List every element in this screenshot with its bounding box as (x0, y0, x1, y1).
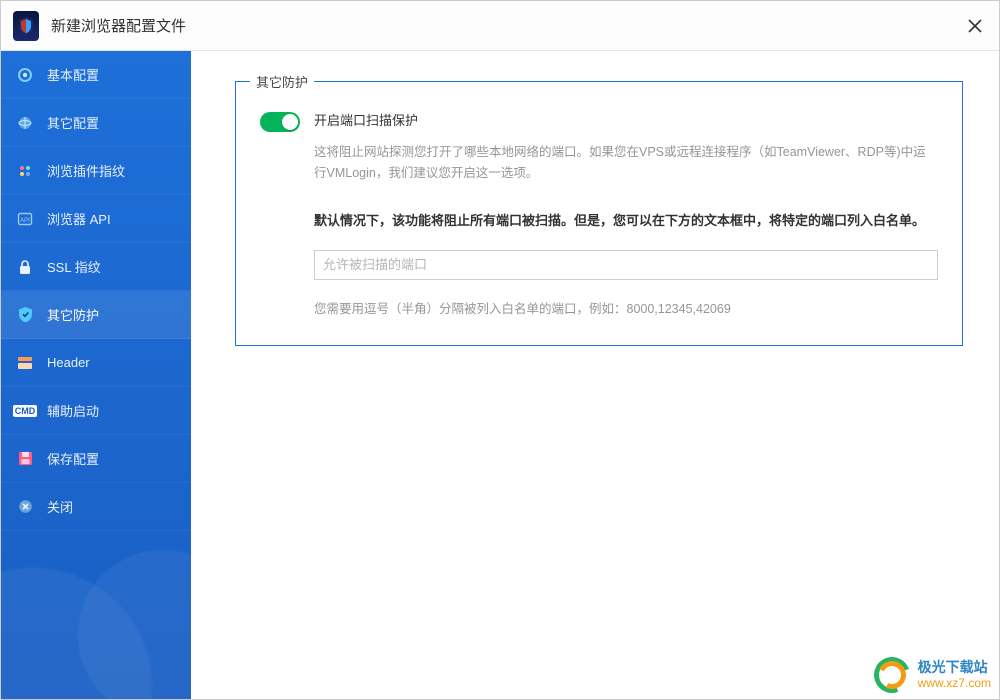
header-icon (15, 353, 35, 373)
watermark-title: 极光下载站 (918, 659, 991, 676)
sidebar-item-plugin-fingerprint[interactable]: 浏览插件指纹 (1, 147, 191, 195)
sidebar-item-browser-api[interactable]: API 浏览器 API (1, 195, 191, 243)
sidebar-item-label: 浏览插件指纹 (47, 161, 125, 180)
sidebar-item-header[interactable]: Header (1, 339, 191, 387)
port-whitelist-input-wrap (314, 250, 938, 280)
sidebar-item-other-protection[interactable]: 其它防护 (1, 291, 191, 339)
body-area: 基本配置 其它配置 浏览插件指纹 API (1, 51, 999, 699)
app-window: 新建浏览器配置文件 基本配置 其它配置 (0, 0, 1000, 700)
close-icon (968, 19, 982, 33)
port-scan-toggle-row: 开启端口扫描保护 (260, 110, 938, 132)
api-icon: API (15, 209, 35, 229)
sidebar-item-label: Header (47, 355, 90, 370)
port-whitelist-input[interactable] (314, 250, 938, 280)
svg-text:API: API (20, 218, 30, 224)
sidebar-item-label: 基本配置 (47, 65, 99, 84)
title-bar: 新建浏览器配置文件 (1, 1, 999, 51)
sidebar-item-close[interactable]: 关闭 (1, 483, 191, 531)
protection-fieldset: 其它防护 开启端口扫描保护 这将阻止网站探测您打开了哪些本地网络的端口。如果您在… (235, 81, 963, 346)
port-scan-description: 这将阻止网站探测您打开了哪些本地网络的端口。如果您在VPS或远程连接程序（如Te… (314, 142, 938, 185)
main-panel: 其它防护 开启端口扫描保护 这将阻止网站探测您打开了哪些本地网络的端口。如果您在… (191, 51, 999, 699)
close-button[interactable] (959, 10, 991, 42)
sidebar-item-label: 浏览器 API (47, 209, 111, 228)
fieldset-legend: 其它防护 (250, 72, 314, 91)
sidebar-item-label: 关闭 (47, 497, 73, 516)
gear-icon (15, 65, 35, 85)
watermark-logo-icon (874, 657, 910, 693)
sidebar-item-basic-config[interactable]: 基本配置 (1, 51, 191, 99)
shield-icon (15, 305, 35, 325)
sidebar-item-other-config[interactable]: 其它配置 (1, 99, 191, 147)
terminal-icon: CMD (15, 401, 35, 421)
plugin-icon (15, 161, 35, 181)
sidebar-item-label: 辅助启动 (47, 401, 99, 420)
sidebar-item-label: 保存配置 (47, 449, 99, 468)
globe-icon (15, 113, 35, 133)
sidebar-item-label: 其它配置 (47, 113, 99, 132)
toggle-knob (282, 114, 298, 130)
save-icon (15, 449, 35, 469)
window-title: 新建浏览器配置文件 (51, 15, 186, 36)
port-scan-toggle-label: 开启端口扫描保护 (314, 110, 418, 129)
sidebar-item-aux-launch[interactable]: CMD 辅助启动 (1, 387, 191, 435)
close-circle-icon (15, 497, 35, 517)
watermark-url: www.xz7.com (918, 676, 991, 690)
lock-icon (15, 257, 35, 277)
sidebar-item-ssl-fingerprint[interactable]: SSL 指纹 (1, 243, 191, 291)
port-scan-protection-toggle[interactable] (260, 112, 300, 132)
sidebar: 基本配置 其它配置 浏览插件指纹 API (1, 51, 191, 699)
sidebar-item-save-config[interactable]: 保存配置 (1, 435, 191, 483)
whitelist-instruction: 默认情况下，该功能将阻止所有端口被扫描。但是，您可以在下方的文本框中，将特定的端… (314, 209, 938, 232)
sidebar-item-label: 其它防护 (47, 305, 99, 324)
watermark: 极光下载站 www.xz7.com (874, 657, 991, 693)
sidebar-item-label: SSL 指纹 (47, 257, 101, 276)
app-logo-icon (13, 11, 39, 41)
watermark-text: 极光下载站 www.xz7.com (918, 659, 991, 690)
port-whitelist-hint: 您需要用逗号（半角）分隔被列入白名单的端口，例如：8000,12345,4206… (314, 298, 938, 317)
